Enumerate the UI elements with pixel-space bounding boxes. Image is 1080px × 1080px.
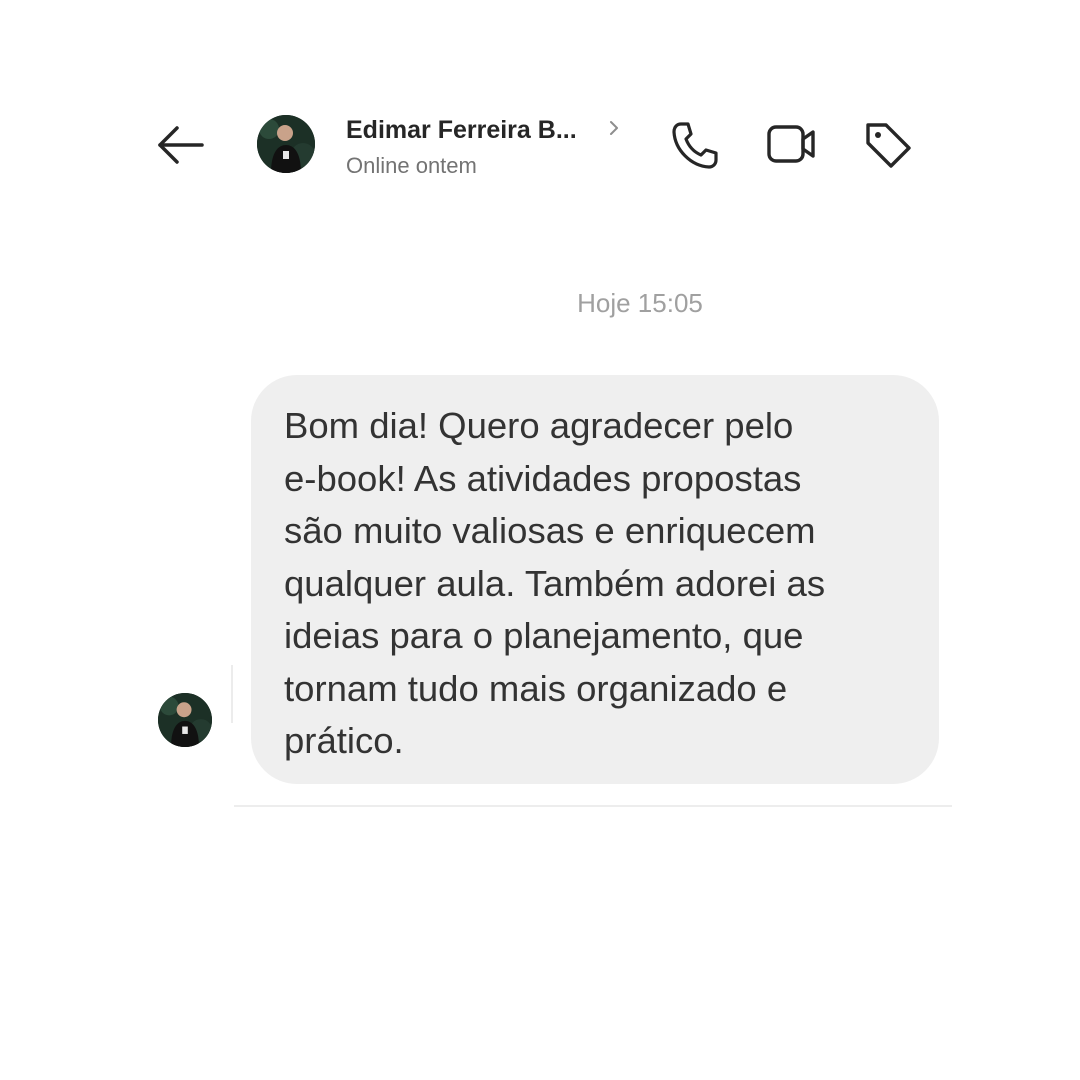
message-text: Bom dia! Quero agradecer pelo e-book! As… [284, 405, 826, 761]
back-button[interactable] [152, 120, 208, 170]
profile-photo [158, 693, 212, 747]
message-avatar[interactable] [158, 693, 212, 747]
profile-photo [257, 115, 315, 173]
message-bubble[interactable]: Bom dia! Quero agradecer pelo e-book! As… [251, 375, 939, 784]
arrow-left-icon [158, 126, 204, 164]
video-call-button[interactable] [765, 118, 819, 172]
chevron-right-icon[interactable] [605, 118, 623, 138]
video-camera-icon [767, 125, 815, 163]
tag-button[interactable] [861, 118, 915, 172]
call-button[interactable] [667, 118, 721, 172]
contact-name[interactable]: Edimar Ferreira B... [346, 113, 577, 147]
phone-icon [672, 122, 718, 169]
contact-status: Online ontem [346, 153, 477, 178]
avatar[interactable] [257, 115, 315, 173]
bubble-edge [231, 665, 233, 723]
tag-icon [866, 123, 911, 168]
divider [234, 805, 952, 807]
message-timestamp: Hoje 15:05 [577, 288, 703, 318]
